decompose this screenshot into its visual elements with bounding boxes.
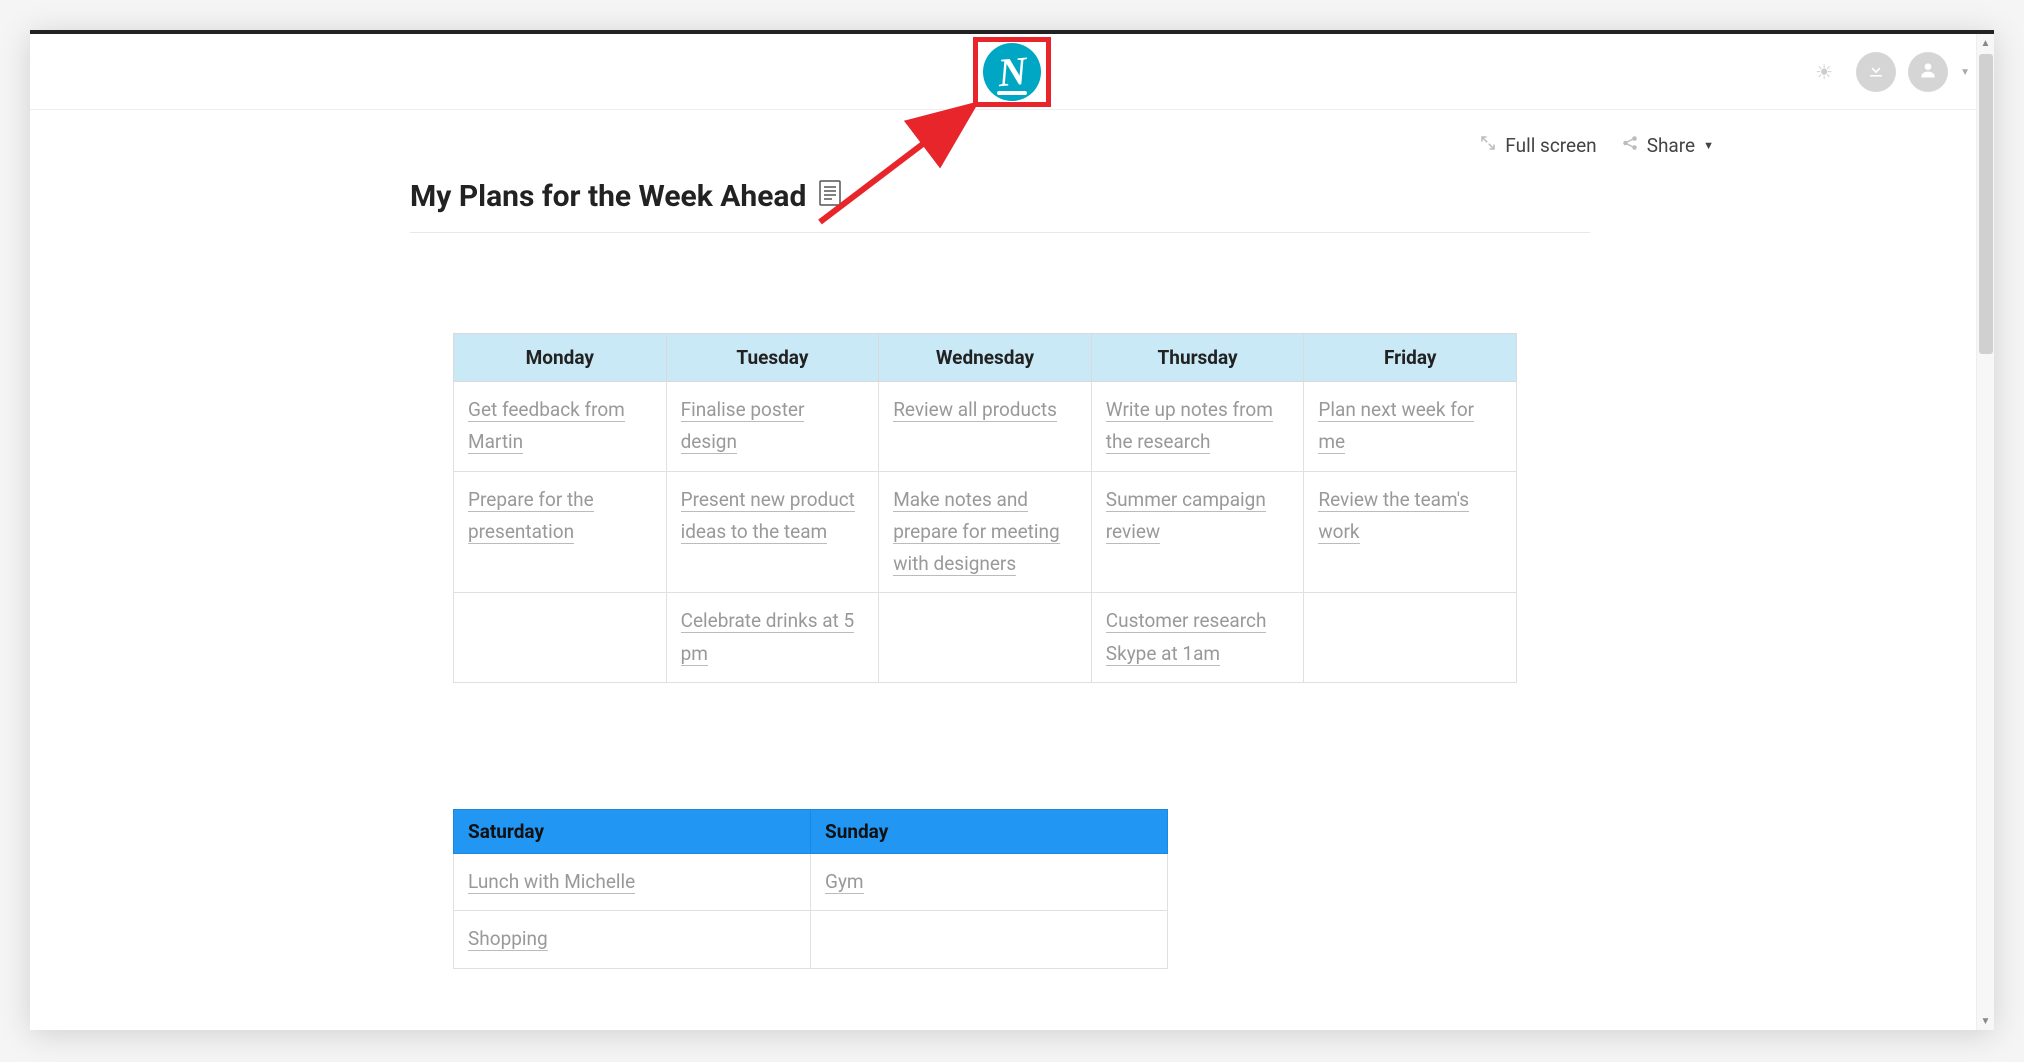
chevron-down-icon: ▼ — [1703, 139, 1714, 152]
table-row: Prepare for the presentation Present new… — [454, 471, 1517, 593]
header-bar: N ☀ ▼ — [30, 34, 1994, 110]
document-icon — [818, 179, 842, 214]
col-header: Sunday — [811, 810, 1168, 854]
scroll-up-arrow[interactable]: ▲ — [1977, 34, 1994, 52]
download-button[interactable] — [1856, 52, 1896, 92]
col-header: Wednesday — [879, 334, 1092, 382]
task-link[interactable]: Lunch with Michelle — [468, 870, 635, 894]
vertical-scrollbar[interactable]: ▲ ▼ — [1976, 34, 1994, 1030]
col-header: Monday — [454, 334, 667, 382]
task-link[interactable]: Summer campaign review — [1106, 488, 1266, 544]
weekend-header-row: Saturday Sunday — [454, 810, 1168, 854]
sun-icon: ☀ — [1815, 60, 1833, 84]
task-link[interactable]: Write up notes from the research — [1106, 398, 1273, 454]
theme-toggle-button[interactable]: ☀ — [1804, 52, 1844, 92]
task-link[interactable]: Get feedback from Martin — [468, 398, 625, 454]
task-link[interactable]: Shopping — [468, 927, 548, 951]
user-icon — [1918, 60, 1938, 85]
table-row: Get feedback from Martin Finalise poster… — [454, 382, 1517, 472]
task-link[interactable]: Review all products — [893, 398, 1057, 422]
scroll-thumb[interactable] — [1979, 54, 1993, 354]
logo-underline — [997, 91, 1027, 95]
user-dropdown-caret[interactable]: ▼ — [1960, 67, 1970, 78]
logo-letter: N — [996, 47, 1029, 96]
content-area: Full screen Share ▼ My Plans for the Wee… — [30, 110, 1994, 969]
task-link[interactable]: Prepare for the presentation — [468, 488, 594, 544]
share-icon — [1621, 134, 1639, 157]
col-header: Thursday — [1091, 334, 1304, 382]
fullscreen-button[interactable]: Full screen — [1479, 134, 1596, 157]
title-row: My Plans for the Week Ahead — [410, 167, 1590, 233]
share-button[interactable]: Share ▼ — [1621, 134, 1714, 157]
page-toolbar: Full screen Share ▼ — [90, 110, 1934, 167]
header-actions: ☀ ▼ — [1804, 52, 1970, 92]
page-title: My Plans for the Week Ahead — [410, 179, 806, 214]
task-link[interactable]: Customer research Skype at 1am — [1106, 609, 1267, 665]
table-row: Shopping — [454, 911, 1168, 968]
empty-cell — [1304, 593, 1517, 683]
logo-highlight-box: N — [973, 37, 1051, 107]
col-header: Tuesday — [666, 334, 879, 382]
task-link[interactable]: Plan next week for me — [1318, 398, 1474, 454]
empty-cell — [811, 911, 1168, 968]
fullscreen-label: Full screen — [1505, 134, 1596, 157]
task-link[interactable]: Celebrate drinks at 5 pm — [681, 609, 855, 665]
table-row: Celebrate drinks at 5 pm Customer resear… — [454, 593, 1517, 683]
fullscreen-icon — [1479, 134, 1497, 157]
task-link[interactable]: Make notes and prepare for meeting with … — [893, 488, 1059, 577]
task-link[interactable]: Review the team's work — [1318, 488, 1469, 544]
app-logo[interactable]: N — [983, 43, 1041, 101]
task-link[interactable]: Finalise poster design — [681, 398, 805, 454]
tables-container: Monday Tuesday Wednesday Thursday Friday… — [453, 333, 1934, 969]
empty-cell — [454, 593, 667, 683]
scroll-down-arrow[interactable]: ▼ — [1977, 1012, 1994, 1030]
user-menu-button[interactable] — [1908, 52, 1948, 92]
weekend-table: Saturday Sunday Lunch with Michelle Gym … — [453, 809, 1168, 969]
task-link[interactable]: Gym — [825, 870, 864, 894]
col-header: Friday — [1304, 334, 1517, 382]
table-row: Lunch with Michelle Gym — [454, 854, 1168, 911]
share-label: Share — [1647, 134, 1695, 157]
app-window: N ☀ ▼ — [30, 30, 1994, 1030]
weekday-table: Monday Tuesday Wednesday Thursday Friday… — [453, 333, 1517, 683]
empty-cell — [879, 593, 1092, 683]
task-link[interactable]: Present new product ideas to the team — [681, 488, 855, 544]
weekday-header-row: Monday Tuesday Wednesday Thursday Friday — [454, 334, 1517, 382]
col-header: Saturday — [454, 810, 811, 854]
download-icon — [1866, 60, 1886, 85]
